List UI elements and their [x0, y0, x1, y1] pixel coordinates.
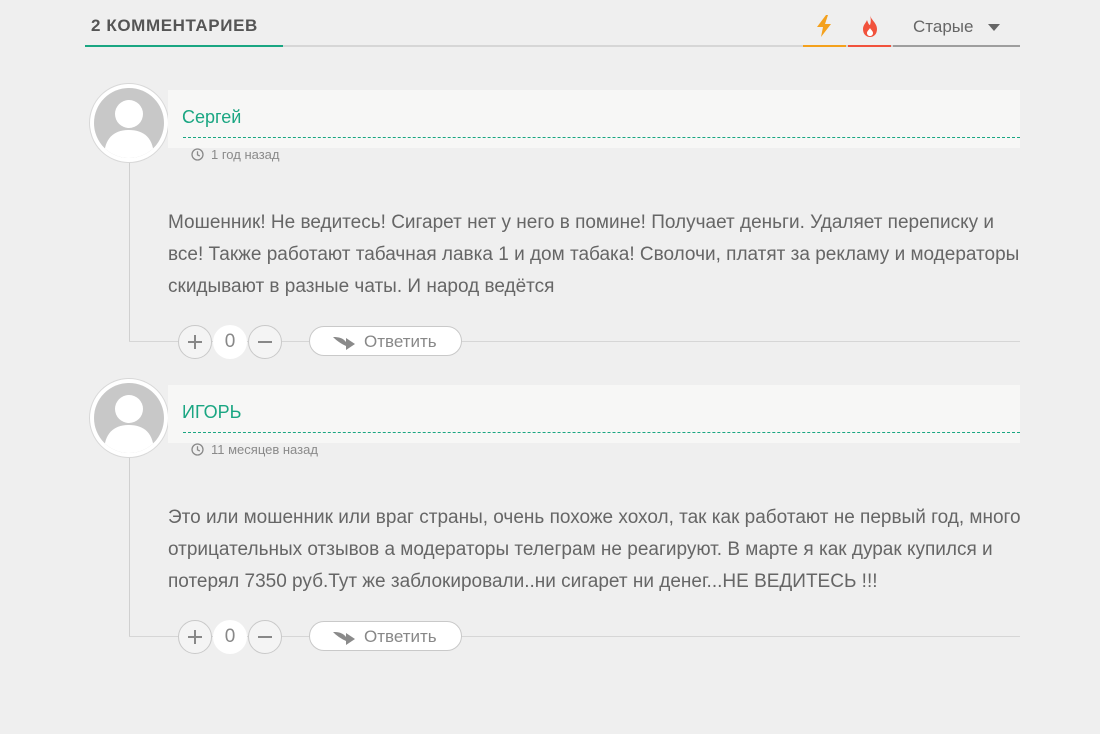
vote-count: 0 [213, 325, 247, 359]
reply-label: Ответить [364, 627, 437, 646]
comment: Сергей 1 год назад Мошенник! Не ведитесь… [85, 83, 1020, 359]
reply-arrow-icon [333, 337, 355, 350]
vote-up-button[interactable] [178, 620, 212, 654]
title-underline [85, 45, 283, 47]
comments-count-title: 2 КОММЕНТАРИЕВ [85, 0, 283, 47]
vote-up-button[interactable] [178, 325, 212, 359]
header-dashed-divider [183, 137, 1020, 138]
flame-icon [863, 15, 877, 37]
comment-text: Мошенник! Не ведитесь! Сигарет нет у нег… [168, 212, 1020, 297]
vote-down-button[interactable] [248, 325, 282, 359]
comment-author[interactable]: ИГОРЬ [182, 402, 242, 423]
comment-text: Это или мошенник или враг страны, очень … [168, 507, 1021, 592]
bolt-icon [817, 15, 831, 37]
avatar [89, 378, 169, 458]
sort-newest-button[interactable] [803, 0, 846, 47]
minus-icon [258, 636, 272, 638]
header-dashed-divider [183, 432, 1020, 433]
plus-icon-vertical [194, 630, 196, 644]
sort-hottest-underline [848, 45, 891, 47]
comment-header: Сергей [168, 90, 1020, 148]
clock-icon [191, 148, 204, 161]
sort-oldest-underline [893, 45, 1020, 47]
sort-newest-underline [803, 45, 846, 47]
comment: ИГОРЬ 11 месяцев назад Это или мошенник … [85, 378, 1021, 654]
chevron-down-icon [988, 24, 1000, 31]
avatar-placeholder-icon [94, 88, 164, 158]
reply-button[interactable]: Ответить [309, 621, 462, 651]
comment-time-label: 1 год назад [211, 147, 280, 162]
comments-count-label: 2 КОММЕНТАРИЕВ [91, 16, 258, 35]
vote-down-button[interactable] [248, 620, 282, 654]
minus-icon [258, 341, 272, 343]
reply-arrow-icon [333, 632, 355, 645]
thread-line [129, 153, 130, 342]
comment-header: ИГОРЬ [168, 385, 1020, 443]
comments-header: 2 КОММЕНТАРИЕВ Старые [85, 0, 1020, 47]
sort-hottest-button[interactable] [848, 0, 891, 47]
avatar-placeholder-icon [94, 383, 164, 453]
sort-oldest-dropdown[interactable]: Старые [893, 0, 1020, 47]
plus-icon-vertical [194, 335, 196, 349]
comment-author[interactable]: Сергей [182, 107, 241, 128]
comment-time-label: 11 месяцев назад [211, 442, 318, 457]
thread-line [129, 448, 130, 637]
clock-icon [191, 443, 204, 456]
vote-count: 0 [213, 620, 247, 654]
reply-button[interactable]: Ответить [309, 326, 462, 356]
reply-label: Ответить [364, 332, 437, 351]
sort-oldest-label: Старые [913, 17, 974, 36]
avatar [89, 83, 169, 163]
